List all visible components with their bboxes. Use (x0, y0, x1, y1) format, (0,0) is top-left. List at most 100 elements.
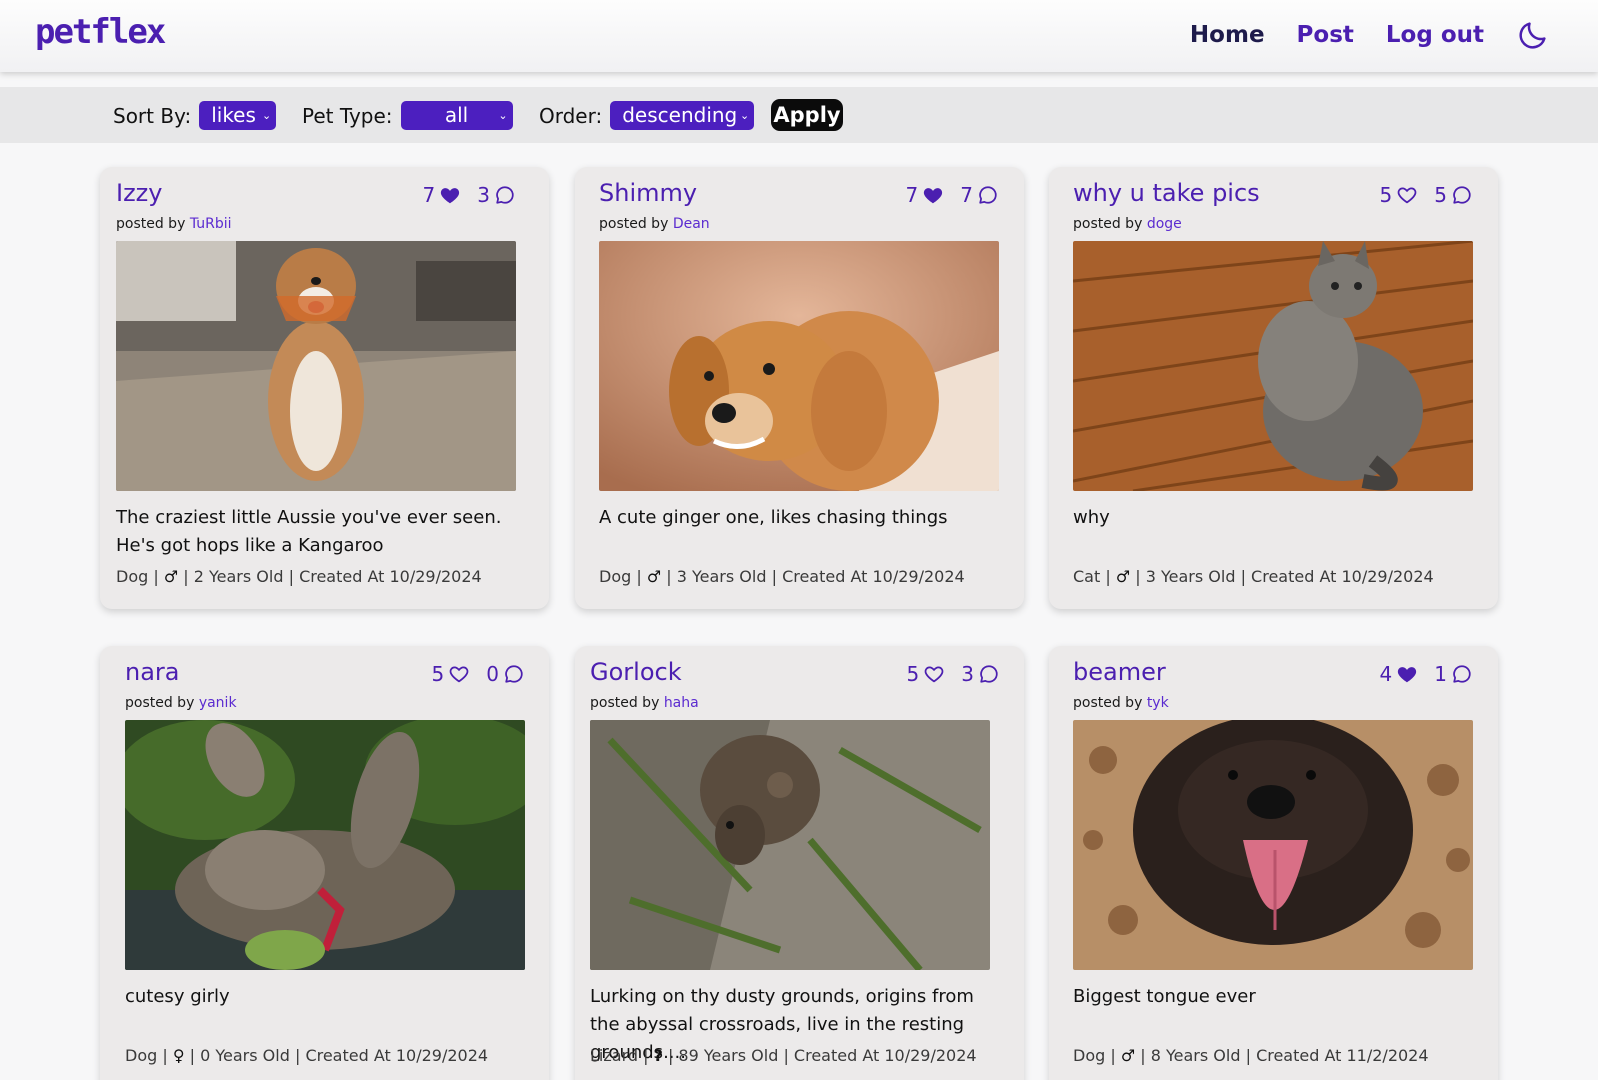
separator: | (283, 567, 300, 586)
pet-photo[interactable] (125, 720, 525, 970)
post-card: nara 5 0 posted by yanik cutesy girly Do… (100, 646, 549, 1080)
post-meta: Dog | ♂ | 3 Years Old | Created At 10/29… (599, 567, 965, 586)
pet-name[interactable]: why u take pics (1073, 179, 1260, 207)
nav-logout-link[interactable]: Log out (1386, 22, 1484, 48)
post-meta: Dog | ♂ | 2 Years Old | Created At 10/29… (116, 567, 482, 586)
post-stats: 7 7 (906, 183, 999, 207)
post-card: Shimmy 7 7 posted by Dean A cute ginger … (575, 167, 1024, 609)
heart-outline-icon[interactable] (448, 663, 470, 685)
pet-photo[interactable] (1073, 241, 1473, 491)
pet-age: 2 Years Old (193, 567, 284, 586)
username-link[interactable]: haha (664, 695, 699, 711)
separator: | (289, 1046, 306, 1065)
username-link[interactable]: doge (1147, 216, 1182, 232)
post-stats: 7 3 (423, 183, 516, 207)
separator: | (1135, 1046, 1151, 1065)
pet-photo[interactable] (590, 720, 990, 970)
post-card: Gorlock 5 3 posted by haha Lurking on th… (575, 646, 1024, 1080)
separator: | (766, 567, 783, 586)
pet-name[interactable]: beamer (1073, 658, 1166, 686)
comment-icon[interactable] (1451, 184, 1473, 206)
username-link[interactable]: yanik (199, 695, 237, 711)
heart-filled-icon[interactable] (922, 184, 944, 206)
male-icon: ♂ (1120, 1046, 1136, 1065)
created-date: Created At 10/29/2024 (782, 567, 965, 586)
comment-count: 0 (486, 662, 499, 686)
post-card: beamer 4 1 posted by tyk Biggest tongue … (1049, 646, 1498, 1080)
pet-type-filter: Pet Type: all ⌄ (302, 101, 513, 130)
pet-type: Cat (1073, 567, 1101, 586)
username-link[interactable]: Dean (673, 216, 710, 232)
like-count: 4 (1379, 662, 1393, 686)
heart-outline-icon[interactable] (923, 663, 945, 685)
username-link[interactable]: TuRbii (190, 216, 232, 232)
comment-icon[interactable] (503, 663, 525, 685)
pet-type: Dog (125, 1046, 158, 1065)
created-date: Created At 11/2/2024 (1256, 1046, 1429, 1065)
pet-name[interactable]: nara (125, 658, 180, 686)
created-date: Created At 10/29/2024 (299, 567, 482, 586)
pet-type-select[interactable]: all ⌄ (400, 101, 513, 130)
moon-icon[interactable] (1516, 18, 1550, 52)
logo[interactable]: petflex (35, 12, 166, 52)
nav-bar: Home Post Log out (1190, 18, 1550, 52)
pet-name[interactable]: Shimmy (599, 179, 697, 207)
sort-select[interactable]: likes ⌄ (199, 101, 277, 130)
post-caption: A cute ginger one, likes chasing things (599, 507, 948, 528)
apply-button[interactable]: Apply (771, 99, 843, 131)
pet-name[interactable]: Gorlock (590, 658, 682, 686)
post-caption: cutesy girly (125, 986, 230, 1007)
posted-by-prefix: posted by (1073, 695, 1147, 711)
pet-type: Dog (116, 567, 149, 586)
posted-by: posted by Dean (599, 216, 710, 232)
pet-type: Dog (599, 567, 632, 586)
pet-type: Lizard (590, 1046, 639, 1065)
female-icon: ♀ (172, 1046, 185, 1065)
comment-count: 5 (1434, 183, 1447, 207)
post-meta: Cat | ♂ | 3 Years Old | Created At 10/29… (1073, 567, 1434, 586)
post-caption: The craziest little Aussie you've ever s… (116, 507, 502, 556)
comment-icon[interactable] (1451, 663, 1473, 685)
created-date: Created At 10/29/2024 (1251, 567, 1434, 586)
separator: | (1130, 567, 1146, 586)
comment-icon[interactable] (494, 184, 516, 206)
post-meta: Lizard | ? | 89 Years Old | Created At 1… (590, 1046, 977, 1065)
male-icon: ♂ (1115, 567, 1131, 586)
like-count: 5 (431, 662, 445, 686)
separator: | (157, 1046, 173, 1065)
nav-post-link[interactable]: Post (1297, 22, 1354, 48)
pet-photo[interactable] (116, 241, 516, 491)
separator: | (1105, 1046, 1121, 1065)
separator: | (638, 1046, 654, 1065)
order-select[interactable]: descending ⌄ (610, 101, 755, 130)
comment-icon[interactable] (978, 663, 1000, 685)
post-meta: Dog | ♂ | 8 Years Old | Created At 11/2/… (1073, 1046, 1429, 1065)
heart-filled-icon[interactable] (439, 184, 461, 206)
order-filter: Order: descending ⌄ (539, 101, 755, 130)
like-count: 5 (1379, 183, 1393, 207)
post-stats: 5 0 (432, 662, 525, 686)
comment-count: 3 (961, 662, 974, 686)
posted-by: posted by haha (590, 695, 699, 711)
order-label: Order: (539, 103, 603, 128)
comment-icon[interactable] (977, 184, 999, 206)
posted-by-prefix: posted by (1073, 216, 1147, 232)
pet-name[interactable]: Izzy (116, 179, 162, 207)
pet-photo[interactable] (1073, 720, 1473, 970)
post-stats: 5 5 (1380, 183, 1473, 207)
posted-by-prefix: posted by (599, 216, 673, 232)
separator: | (178, 567, 194, 586)
post-caption: Biggest tongue ever (1073, 986, 1256, 1007)
nav-home-link[interactable]: Home (1190, 22, 1265, 48)
username-link[interactable]: tyk (1147, 695, 1169, 711)
like-count: 7 (422, 183, 436, 207)
chevron-down-icon: ⌄ (261, 109, 272, 122)
pet-age: 8 Years Old (1150, 1046, 1241, 1065)
pet-photo[interactable] (599, 241, 999, 491)
posted-by: posted by doge (1073, 216, 1182, 232)
heart-filled-icon[interactable] (1396, 663, 1418, 685)
heart-outline-icon[interactable] (1396, 184, 1418, 206)
comment-count: 7 (960, 183, 973, 207)
separator: | (184, 1046, 201, 1065)
posted-by: posted by tyk (1073, 695, 1169, 711)
